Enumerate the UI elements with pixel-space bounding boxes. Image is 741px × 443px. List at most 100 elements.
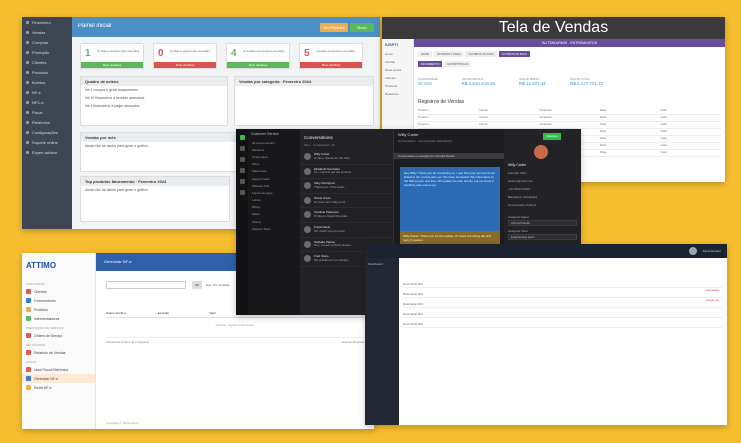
pagination[interactable]: Anterior Próximo xyxy=(342,340,364,344)
stat-details-link[interactable]: Mais detalhes xyxy=(81,62,143,68)
conversation-item[interactable]: Elizabeth Gonzales Hi, I need to get the … xyxy=(300,165,393,180)
nav-item[interactable]: Billing xyxy=(248,204,300,211)
sidebar-item[interactable]: Financeiro xyxy=(22,17,72,27)
status-filter[interactable]: Exp. Por Situação xyxy=(206,283,230,287)
orders-button[interactable]: Ver Pedidos xyxy=(320,23,348,32)
sidebar-item[interactable]: Clientes xyxy=(382,74,413,82)
period-tab[interactable]: ÚLTIMOS 30 DIAS xyxy=(498,51,530,57)
notice-item[interactable]: Há 10 financeiros a receber atrasados xyxy=(81,94,227,102)
search-input[interactable] xyxy=(106,281,186,289)
sidebar-item[interactable]: Relatório de Vendas xyxy=(22,348,95,357)
conversation-name: Elizabeth Gonzales xyxy=(314,167,340,171)
conversation-item[interactable]: Willy Carter Hi Alex, thanks for the help… xyxy=(300,150,393,165)
user-avatar[interactable] xyxy=(689,247,697,255)
sidebar-item[interactable]: Produtos xyxy=(22,67,72,77)
sidebar-item[interactable]: Fiscal xyxy=(22,107,72,117)
nav-item[interactable]: Teams xyxy=(248,218,300,225)
sidebar-item[interactable]: Vendas xyxy=(382,58,413,66)
sidebar-item[interactable]: Fornecedores xyxy=(22,296,95,305)
sidebar-item[interactable]: Produtos xyxy=(22,305,95,314)
sidebar-item[interactable]: Produção xyxy=(22,47,72,57)
table-row[interactable]: Produto Cliente Vendedor Data Valor xyxy=(418,115,721,122)
inbox-icon[interactable] xyxy=(239,146,245,151)
stat-card[interactable]: 4 A receber na semana vencidas Mais detalh… xyxy=(226,43,290,69)
company-bar: SLITTAKURMIS - ENTREMUSTOS xyxy=(414,39,725,47)
sidebar-item[interactable]: Relatórios xyxy=(22,117,72,127)
sidebar-item[interactable]: Configurações xyxy=(22,127,72,137)
stat-details-link[interactable]: Mais detalhes xyxy=(227,62,289,68)
assigned-team-select[interactable]: Engineering team xyxy=(508,234,577,240)
stat-card[interactable]: 5 A pagar na semana vencidas Mais detalhes xyxy=(299,43,363,69)
period-tab[interactable]: HOJE xyxy=(418,51,433,57)
ok-button[interactable]: Ok xyxy=(192,281,202,289)
notice-item[interactable]: Há 4 financeiros a pagar atrasados xyxy=(81,102,227,110)
sidebar-item[interactable]: Compras xyxy=(22,37,72,47)
menu-icon xyxy=(26,20,29,24)
period-tab[interactable]: ÚLTIMOS 7 DIAS xyxy=(434,51,464,57)
column-header[interactable]: Status da NF-e xyxy=(106,311,158,315)
sidebar-item[interactable]: Expert advisor xyxy=(22,147,72,157)
sidebar-item[interactable]: Produtos xyxy=(382,82,413,90)
column-header[interactable]: Emissão xyxy=(158,311,210,315)
sidebar-item[interactable]: Clientes xyxy=(22,57,72,67)
settings-icon[interactable] xyxy=(239,190,245,195)
notice-item[interactable]: Há 1 compra a gerar lançamentos xyxy=(81,86,227,94)
conversation-item[interactable]: Nicole Davis Hi, how can I help you? xyxy=(300,194,393,209)
sidebar-item[interactable]: Home xyxy=(382,50,413,58)
nav-item[interactable]: Support team xyxy=(248,175,300,182)
menu-icon xyxy=(26,298,31,303)
nav-item[interactable]: Inbox xyxy=(248,161,300,168)
nav-item[interactable]: Unattended xyxy=(248,153,300,160)
sidebar-item-dashboard[interactable]: Dashboard xyxy=(365,258,399,270)
list-item[interactable]: Nota fiscal 005 xyxy=(403,322,723,328)
sidebar-item[interactable]: Nova venda xyxy=(382,66,413,74)
list-item[interactable]: Nota fiscal 004 xyxy=(403,312,723,318)
sidebar-item[interactable]: Nota Fiscal Eletrônica xyxy=(22,365,95,374)
assigned-agent-select[interactable]: Ahmad Daniel xyxy=(508,220,577,226)
nav-item[interactable]: Labels xyxy=(248,197,300,204)
nav-item[interactable]: Facebook page xyxy=(248,189,300,196)
list-item[interactable]: Nota fiscal 003 xyxy=(403,302,723,308)
sidebar-item[interactable]: Intermediadores xyxy=(22,314,95,323)
view-tab[interactable]: MOVIMENTO xyxy=(418,61,443,67)
sidebar-item-label: Boletos xyxy=(32,79,46,85)
sidebar-item[interactable]: Emitir NF-e xyxy=(22,383,95,392)
sidebar-item[interactable]: NF-e xyxy=(22,87,72,97)
view-tab[interactable]: ESTATÍSTICAS xyxy=(444,61,472,67)
sidebar-item[interactable]: Suporte online xyxy=(22,137,72,147)
nav-item[interactable]: Sales team xyxy=(248,168,300,175)
nav-item[interactable]: Sales xyxy=(248,211,300,218)
sidebar-item[interactable]: Boletos xyxy=(22,77,72,87)
sidebar-item[interactable]: Ordem de Serviço xyxy=(22,331,95,340)
nav-item[interactable]: Mentions xyxy=(248,146,300,153)
campaigns-icon[interactable] xyxy=(239,179,245,184)
conversation-tabs[interactable]: Mine · Unassigned · All xyxy=(300,143,393,150)
sidebar-item[interactable]: Gerenciar NF-e xyxy=(22,374,95,383)
stat-details-link[interactable]: Mais detalhes xyxy=(300,62,362,68)
user-name[interactable]: Administrador xyxy=(702,249,721,253)
new-button[interactable]: Novo xyxy=(350,23,374,32)
conversation-item[interactable]: Frank Davis Ok, thank you so much xyxy=(300,223,393,238)
nav-item[interactable]: Website chat xyxy=(248,182,300,189)
period-tab[interactable]: ÚLTIMOS 15 DIAS xyxy=(465,51,497,57)
sidebar-item[interactable]: Clientes xyxy=(22,287,95,296)
resolve-button[interactable]: Resolve xyxy=(543,133,561,140)
nav-item[interactable]: All conversations xyxy=(248,139,300,146)
contacts-icon[interactable] xyxy=(239,157,245,162)
sidebar-item-label: Vendas xyxy=(32,29,46,35)
table-row[interactable]: Produto Cliente Vendedor Data Valor xyxy=(418,122,721,129)
sidebar-item[interactable]: NFC-e xyxy=(22,97,72,107)
stat-card[interactable]: 1 Contas a receber hoje vencidas Mais deta… xyxy=(80,43,144,69)
conversation-item[interactable]: Caroline Patterson I'd like to check the … xyxy=(300,208,393,223)
table-row[interactable]: Produto Cliente Vendedor Data Valor xyxy=(418,108,721,115)
conversation-name: Frank Davis xyxy=(314,225,331,229)
reports-icon[interactable] xyxy=(239,168,245,173)
sidebar-item[interactable]: Relatórios xyxy=(382,90,413,98)
sidebar-item[interactable]: Vendas xyxy=(22,27,72,37)
stat-card[interactable]: 0 Contas a pagar hoje vencidas Mais detalh… xyxy=(153,43,217,69)
nav-item[interactable]: Support Team xyxy=(248,225,300,232)
stat-details-link[interactable]: Mais detalhes xyxy=(154,62,216,68)
conversation-item[interactable]: Mary Rodriguez Thank you. I'll be back... xyxy=(300,179,393,194)
list-item[interactable]: Nota fiscal 002 xyxy=(403,292,723,298)
list-item[interactable]: Nota fiscal 001 xyxy=(403,282,723,288)
